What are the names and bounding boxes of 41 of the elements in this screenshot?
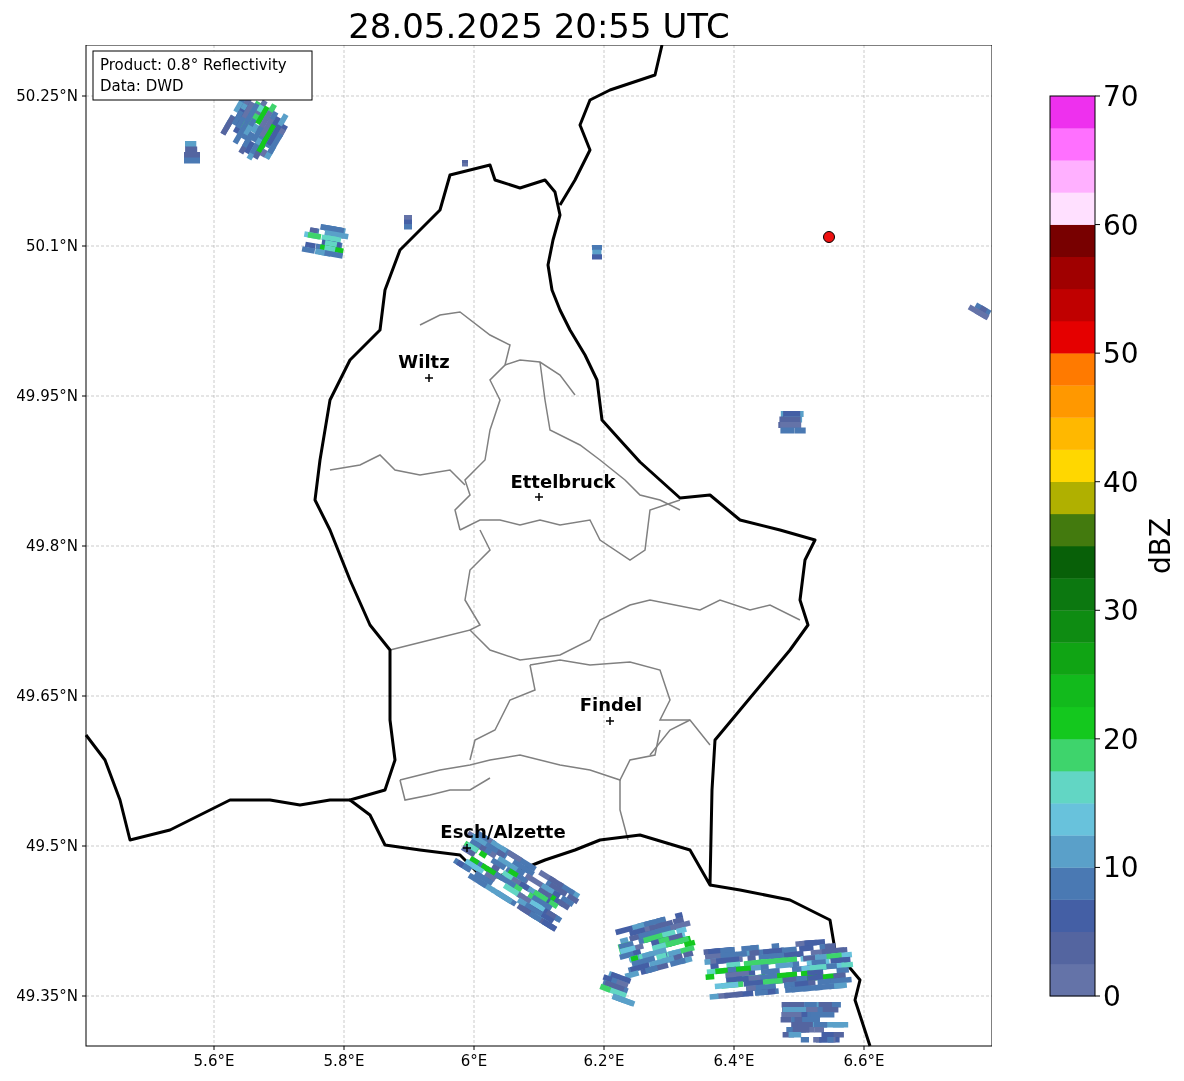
city-label: Findel: [579, 694, 643, 715]
longitude-label: 5.6°E: [193, 1052, 235, 1070]
radar-echo-drawing: [184, 141, 200, 164]
colorbar-tick-label: 50: [1103, 337, 1139, 371]
city-label: Wiltz: [398, 351, 450, 372]
longitude-label: 6°E: [460, 1052, 488, 1070]
colorbar-tick-label: 20: [1103, 722, 1139, 756]
figure-title: 28.05.2025 20:55 UTC: [347, 5, 731, 45]
longitude-label: 6.2°E: [583, 1052, 625, 1070]
longitude-label: 6.4°E: [713, 1052, 755, 1070]
city-label: Esch/Alzette: [440, 821, 566, 842]
colorbar-tick-label: 10: [1103, 851, 1139, 885]
city-label: Ettelbruck: [510, 471, 616, 492]
colorbar-tick-label: 60: [1103, 208, 1139, 242]
info-text: Data: DWD: [100, 77, 184, 95]
radar-echo-drawing: [780, 1002, 849, 1043]
cross-marker-icon: [462, 843, 472, 853]
colorbar-tick-label: 40: [1103, 465, 1139, 499]
latitude-label: 49.95°N: [16, 387, 78, 405]
radar-echo-drawing: [462, 160, 468, 167]
colorbar-tick-label: 0: [1103, 980, 1121, 1013]
latitude-label: 49.5°N: [25, 837, 78, 855]
latitude-label: 49.65°N: [16, 687, 78, 705]
colorbar-title: dBZ: [1144, 517, 1177, 575]
colorbar-tick-label: 30: [1103, 594, 1139, 628]
radar-echo-drawing: [404, 215, 412, 230]
cross-marker-icon: [534, 492, 544, 502]
cross-marker-icon: [424, 373, 434, 383]
latitude-label: 50.1°N: [25, 237, 78, 255]
cross-marker-icon: [605, 716, 615, 726]
radar-echo-drawing: [301, 224, 349, 259]
latitude-label: 49.8°N: [25, 537, 78, 555]
longitude-label: 5.8°E: [323, 1052, 365, 1070]
radar-echo-drawing: [778, 411, 806, 434]
latitude-label: 49.35°N: [16, 987, 78, 1005]
latitude-label: 50.25°N: [16, 87, 78, 105]
location-dot: [823, 231, 835, 243]
radar-echo-drawing: [592, 245, 602, 260]
longitude-label: 6.6°E: [843, 1052, 885, 1070]
colorbar-tick-label: 70: [1103, 80, 1139, 113]
info-text: Product: 0.8° Reflectivity: [100, 56, 287, 74]
